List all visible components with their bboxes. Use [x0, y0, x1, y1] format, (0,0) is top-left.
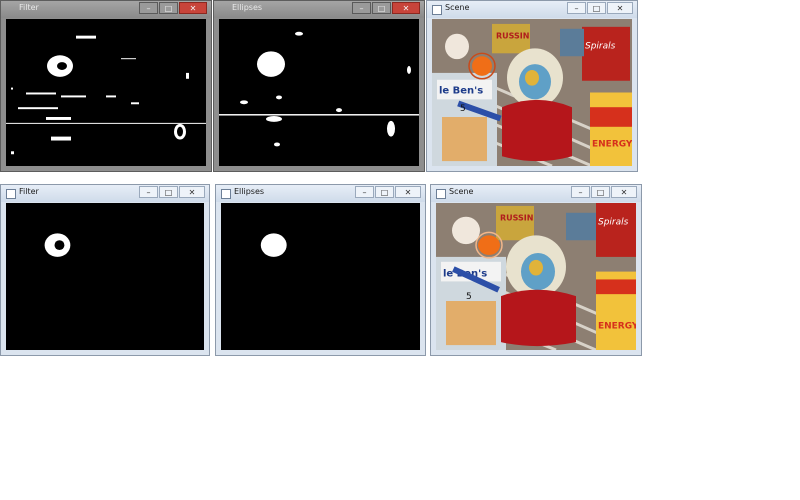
- close-icon[interactable]: ✕: [392, 2, 420, 14]
- window-app-icon: [432, 5, 442, 15]
- maximize-icon[interactable]: □: [587, 2, 606, 14]
- minimize-icon[interactable]: –: [571, 186, 590, 198]
- maximize-icon[interactable]: □: [591, 186, 610, 198]
- ellipses-canvas: [221, 203, 420, 350]
- window-app-icon: [221, 189, 231, 199]
- filter-mask-image: [6, 35, 206, 155]
- filter-mask-image: [44, 233, 71, 257]
- scene-window-top[interactable]: Scene – □ ✕ RUSSIN Spirals le Ben's 5 EN…: [426, 0, 638, 172]
- filter-window-top[interactable]: Filter – □ ✕: [0, 0, 212, 172]
- filter-canvas: [6, 203, 204, 350]
- window-app-icon: [6, 189, 16, 199]
- title-bar[interactable]: Filter – □ ✕: [1, 185, 209, 202]
- scene-canvas: RUSSIN Spirals le Ben's 5 ENERGY: [432, 19, 632, 166]
- energy-can-label: ENERGY: [598, 322, 636, 332]
- window-title: Scene: [449, 187, 474, 196]
- close-icon[interactable]: ✕: [607, 2, 633, 14]
- scene-canvas: RUSSIN Spirals le Ben's 5 ENERGY: [436, 203, 636, 350]
- minimize-icon[interactable]: –: [567, 2, 586, 14]
- energy-can-label: ENERGY: [592, 139, 632, 149]
- scene-image: RUSSIN Spirals le Ben's 5 ENERGY: [432, 19, 632, 166]
- filter-window-bottom[interactable]: Filter – □ ✕: [0, 184, 210, 356]
- ellipses-window-top[interactable]: Ellipses – □ ✕: [213, 0, 425, 172]
- maximize-icon[interactable]: □: [375, 186, 394, 198]
- number-badge: 5: [466, 292, 472, 302]
- ellipses-window-bottom[interactable]: Ellipses – □ ✕: [215, 184, 426, 356]
- window-title: Filter: [19, 187, 39, 196]
- ellipses-mask-image: [219, 31, 419, 147]
- window-app-icon: [436, 189, 446, 199]
- minimize-icon[interactable]: –: [139, 2, 158, 14]
- maximize-icon[interactable]: □: [159, 2, 178, 14]
- russian-box-label: RUSSIN: [500, 214, 533, 223]
- spirals-box-label: Spirals: [585, 41, 616, 51]
- russian-box-label: RUSSIN: [496, 32, 529, 41]
- window-title: Scene: [445, 3, 470, 12]
- minimize-icon[interactable]: –: [355, 186, 374, 198]
- title-bar[interactable]: Filter – □ ✕: [1, 1, 211, 18]
- close-icon[interactable]: ✕: [179, 186, 205, 198]
- maximize-icon[interactable]: □: [372, 2, 391, 14]
- maximize-icon[interactable]: □: [159, 186, 178, 198]
- close-icon[interactable]: ✕: [395, 186, 421, 198]
- title-bar[interactable]: Ellipses – □ ✕: [214, 1, 424, 18]
- minimize-icon[interactable]: –: [352, 2, 371, 14]
- spirals-box-label: Spirals: [598, 218, 629, 228]
- title-bar[interactable]: Scene – □ ✕: [427, 1, 637, 18]
- ellipses-mask-image: [260, 233, 287, 257]
- number-badge: 5: [460, 104, 466, 114]
- window-title: Ellipses: [234, 187, 265, 196]
- scene-image: RUSSIN Spirals le Ben's 5 ENERGY: [436, 203, 636, 350]
- close-icon[interactable]: ✕: [611, 186, 637, 198]
- filter-canvas: [6, 19, 206, 166]
- minimize-icon[interactable]: –: [139, 186, 158, 198]
- title-bar[interactable]: Ellipses – □ ✕: [216, 185, 425, 202]
- ellipses-canvas: [219, 19, 419, 166]
- window-title: Ellipses: [232, 3, 263, 12]
- scene-window-bottom[interactable]: Scene – □ ✕ RUSSIN Spirals le Ben's 5 EN…: [430, 184, 642, 356]
- rice-box-label: le Ben's: [439, 86, 483, 97]
- title-bar[interactable]: Scene – □ ✕: [431, 185, 641, 202]
- window-title: Filter: [19, 3, 39, 12]
- close-icon[interactable]: ✕: [179, 2, 207, 14]
